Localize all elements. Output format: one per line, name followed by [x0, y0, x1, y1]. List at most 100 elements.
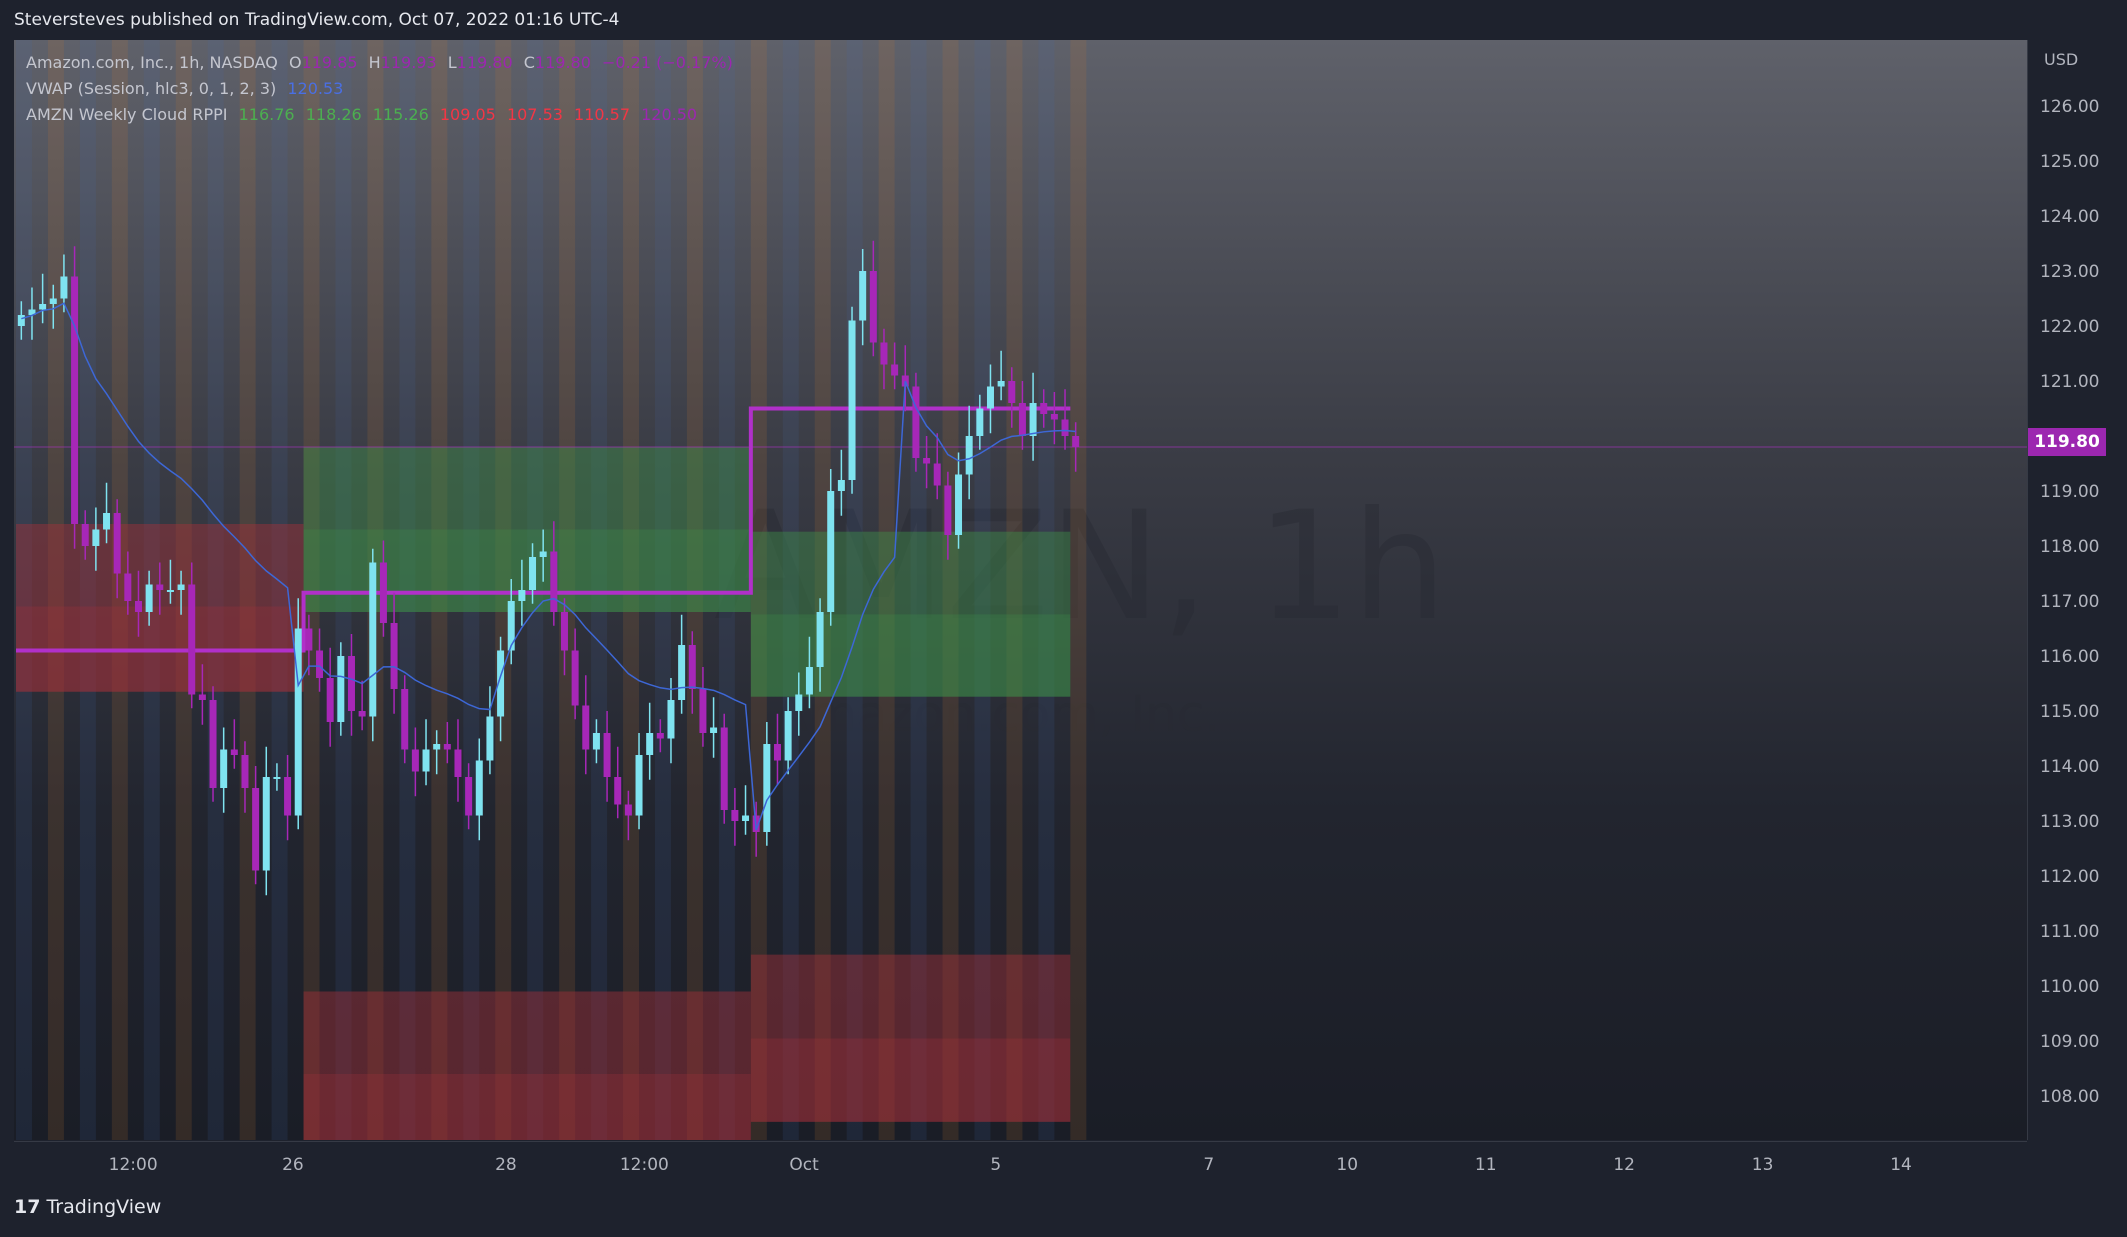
candle-body — [401, 689, 409, 750]
candle-body — [507, 601, 515, 651]
candle-body — [923, 458, 931, 464]
candle-body — [166, 590, 174, 592]
candle-body — [795, 694, 803, 711]
chart-pane[interactable]: AMZN, 1h Amazon.com, Inc. — [14, 40, 2027, 1140]
price-tick-label: 124.00 — [2040, 207, 2099, 227]
candle-body — [720, 727, 728, 810]
time-tick-label: 7 — [1203, 1155, 1214, 1175]
price-axis[interactable]: 108.00 109.00 110.00 111.00 112.00 113.00 114.… — [2027, 40, 2114, 1140]
legend-vwap-title: VWAP (Session, hlc3, 0, 1, 2, 3) — [26, 79, 277, 98]
time-tick-label: 10 — [1336, 1155, 1358, 1175]
chart-legend: Amazon.com, Inc., 1h, NASDAQ O119.85 H11… — [26, 50, 739, 128]
published-info: Steversteves published on TradingView.co… — [14, 10, 620, 30]
price-tick-label: 126.00 — [2040, 97, 2099, 117]
candle-body — [305, 628, 313, 651]
currency-label[interactable]: USD — [2044, 50, 2078, 69]
candle-body — [773, 744, 781, 761]
tradingview-logo-icon: 𝟭𝟳 — [14, 1196, 41, 1218]
candle-body — [955, 474, 963, 535]
candle-body — [124, 573, 132, 601]
legend-l-label: L — [447, 53, 457, 72]
time-tick-label: 28 — [495, 1155, 517, 1175]
candle-body — [731, 810, 739, 821]
candle-body — [230, 749, 238, 755]
price-tick-label: 109.00 — [2040, 1032, 2099, 1052]
candle-body — [933, 463, 941, 486]
candle-body — [912, 386, 920, 458]
legend-cloud-title: AMZN Weekly Cloud RPPI — [26, 105, 228, 124]
candle-body — [891, 364, 899, 376]
legend-open: 119.85 — [301, 53, 358, 72]
candle-body — [411, 749, 419, 772]
legend-symbol: Amazon.com, Inc., 1h, NASDAQ — [26, 53, 278, 72]
tradingview-logo[interactable]: 𝟭𝟳 TradingView — [14, 1196, 161, 1218]
time-tick-label: Oct — [789, 1155, 819, 1175]
candle-body — [316, 650, 324, 678]
price-tick-label: 121.00 — [2040, 372, 2099, 392]
candle-body — [252, 788, 260, 871]
candle-body — [1061, 419, 1069, 436]
candle-body — [518, 590, 526, 601]
legend-change: −0.21 (−0.17%) — [602, 53, 733, 72]
candle-body — [103, 513, 111, 530]
legend-vwap-value: 120.53 — [287, 79, 344, 98]
candle-body — [539, 551, 547, 557]
candle-body — [784, 711, 792, 761]
candle-body — [944, 485, 952, 535]
legend-cloud-value: 107.53 — [506, 105, 563, 124]
candle-body — [92, 529, 100, 546]
candle-body — [550, 551, 558, 612]
candle-body — [827, 491, 835, 612]
candle-body — [379, 562, 387, 623]
price-chart[interactable] — [14, 40, 2027, 1140]
candle-body — [486, 716, 494, 761]
legend-low: 119.80 — [456, 53, 513, 72]
candle-body — [869, 271, 877, 343]
candle-body — [475, 760, 483, 816]
time-axis-labels: 12:00262812:00Oct571011121314171 — [109, 1155, 2051, 1175]
price-axis-labels: 108.00 109.00 110.00 111.00 112.00 113.00 114.… — [2040, 97, 2099, 1107]
candle-body — [837, 480, 845, 491]
candle-body — [369, 562, 377, 717]
candle-body — [188, 584, 196, 695]
legend-cloud-value: 109.05 — [439, 105, 496, 124]
price-tick-label: 122.00 — [2040, 317, 2099, 337]
candle-body — [742, 815, 750, 821]
time-tick-label: 12 — [1613, 1155, 1635, 1175]
candle-body — [667, 700, 675, 739]
price-tick-label: 110.00 — [2040, 977, 2099, 997]
candle-body — [646, 733, 654, 755]
price-tick-label: 116.00 — [2040, 647, 2099, 667]
candle-body — [209, 700, 217, 788]
candle-body — [965, 436, 973, 475]
time-tick-label: 5 — [990, 1155, 1001, 1175]
candle-body — [859, 271, 867, 321]
time-tick-label: 12:00 — [620, 1155, 669, 1175]
legend-cloud-row[interactable]: AMZN Weekly Cloud RPPI 116.76 118.26 115… — [26, 102, 739, 128]
candle-body — [848, 320, 856, 480]
time-tick-label: 26 — [282, 1155, 304, 1175]
candle-body — [986, 386, 994, 409]
cloud-zone-lower — [303, 1074, 751, 1140]
cloud-zone-upper — [750, 954, 1071, 1039]
candle-body — [699, 689, 707, 733]
candle-body — [17, 315, 25, 326]
legend-cloud-value: 116.76 — [238, 105, 295, 124]
legend-vwap-row[interactable]: VWAP (Session, hlc3, 0, 1, 2, 3) 120.53 — [26, 76, 739, 102]
candle-body — [49, 298, 57, 304]
candle-body — [1050, 414, 1058, 420]
legend-high: 119.93 — [380, 53, 437, 72]
time-axis[interactable]: 12:00262812:00Oct571011121314171 — [14, 1141, 2051, 1186]
candle-body — [326, 678, 334, 722]
price-tick-label: 117.00 — [2040, 592, 2099, 612]
candle-body — [39, 304, 47, 310]
candle-body — [592, 733, 600, 750]
cloud-zone-upper — [750, 531, 1071, 615]
candle-body — [358, 711, 366, 717]
legend-symbol-row[interactable]: Amazon.com, Inc., 1h, NASDAQ O119.85 H11… — [26, 50, 739, 76]
candle-body — [347, 656, 355, 711]
candle-body — [71, 276, 79, 524]
candle-body — [454, 749, 462, 777]
price-tick-label: 114.00 — [2040, 757, 2099, 777]
candle-body — [624, 804, 632, 816]
